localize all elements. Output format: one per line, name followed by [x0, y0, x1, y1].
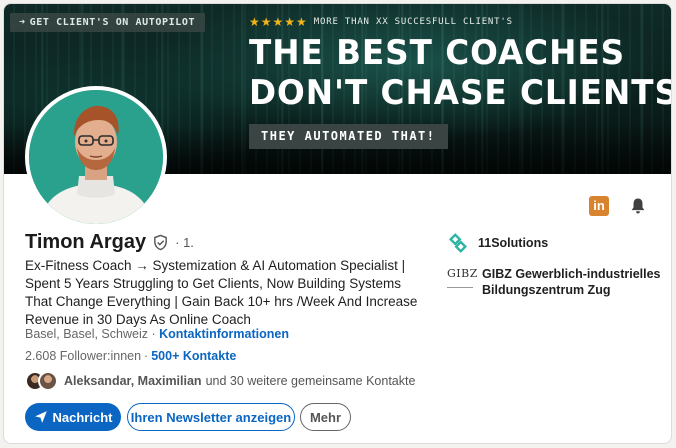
bell-icon — [631, 198, 645, 214]
profile-name: Timon Argay — [25, 231, 147, 253]
connection-degree: · 1. — [175, 235, 194, 250]
message-button[interactable]: Nachricht — [25, 403, 121, 431]
mutual-connections[interactable]: Aleksandar, Maximilian und 30 weitere ge… — [25, 371, 415, 391]
org-11solutions[interactable]: 11Solutions — [447, 232, 671, 254]
org-gibz[interactable]: GIBZ GIBZ Gewerblich-industrielles Bildu… — [447, 266, 671, 298]
banner-headline: THE BEST COACHES DON'T CHASE CLIENTS. — [249, 33, 671, 113]
location-separator: · — [147, 327, 160, 341]
org-name: GIBZ Gewerblich-industrielles Bildungsze… — [482, 267, 661, 297]
notification-bell-button[interactable] — [625, 193, 651, 219]
profile-headline: Ex-Fitness Coach → Systemization & AI Au… — [25, 258, 418, 327]
followers-separator: · — [144, 349, 149, 363]
banner-headline-line2: DON'T CHASE CLIENTS — [249, 73, 672, 113]
mutual-avatars — [25, 371, 59, 391]
profile-avatar[interactable] — [25, 86, 167, 228]
linkedin-icon: in — [589, 196, 609, 216]
shield-check-icon[interactable] — [152, 234, 169, 251]
connections-link[interactable]: 500+ Kontakte — [151, 349, 236, 363]
gibz-logo-icon: GIBZ — [447, 266, 477, 288]
rating-row: ★★★★★ MORE THAN XX SUCCESFULL CLIENT'S — [249, 15, 513, 29]
org-name: 11Solutions — [478, 236, 549, 250]
profile-card: ➜ GET CLIENT'S ON AUTOPILOT ★★★★★ MORE TH… — [3, 3, 672, 444]
mutual-names: Aleksandar, Maximilian — [64, 374, 202, 388]
linkedin-icon-button[interactable]: in — [586, 193, 612, 219]
newsletter-button[interactable]: Ihren Newsletter anzeigen — [127, 403, 295, 431]
banner-headline-line2-wrap: DON'T CHASE CLIENTS. — [249, 73, 671, 113]
followers-count: 2.608 Follower:innen — [25, 349, 142, 363]
rating-text: MORE THAN XX SUCCESFULL CLIENT'S — [313, 17, 513, 27]
autopilot-pill: ➜ GET CLIENT'S ON AUTOPILOT — [10, 13, 206, 32]
message-button-label: Nachricht — [52, 409, 113, 425]
banner-headline-line1: THE BEST COACHES — [249, 33, 626, 73]
banner-subtag: THEY AUTOMATED THAT! — [249, 124, 448, 149]
name-row: Timon Argay · 1. — [25, 231, 194, 254]
avatar — [38, 371, 58, 391]
arrow-right-icon: ➜ — [19, 17, 26, 28]
avatar-portrait — [29, 90, 163, 224]
rating-stars: ★★★★★ — [249, 15, 308, 29]
more-button[interactable]: Mehr — [300, 403, 351, 431]
autopilot-pill-text: GET CLIENT'S ON AUTOPILOT — [29, 17, 196, 28]
contact-info-link[interactable]: Kontaktinformationen — [159, 327, 289, 341]
profile-location: Basel, Basel, Schweiz — [25, 327, 148, 341]
location-row: Basel, Basel, Schweiz · Kontaktinformati… — [25, 327, 289, 341]
followers-row: 2.608 Follower:innen · 500+ Kontakte — [25, 349, 236, 363]
11solutions-logo-icon — [448, 233, 468, 253]
send-icon — [34, 411, 47, 423]
mutual-rest: und 30 weitere gemeinsame Kontakte — [205, 374, 416, 388]
